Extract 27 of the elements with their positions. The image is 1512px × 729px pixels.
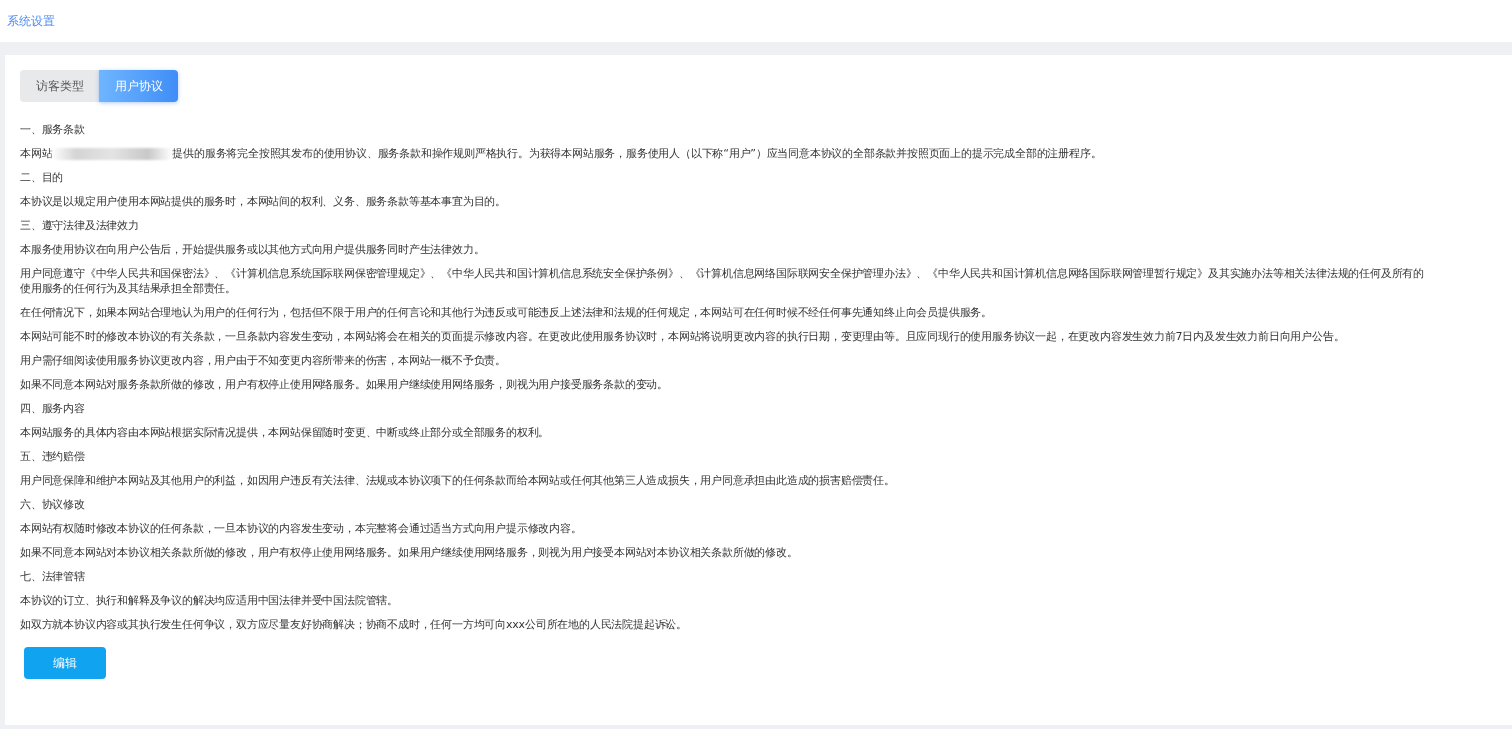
paragraph-text: 本网站 bbox=[20, 146, 53, 161]
paragraph-text: 本网站有权随时修改本协议的任何条款，一旦本协议的内容发生变动，本完整将会通过适当方式向用户提示修改内容。 bbox=[20, 521, 583, 536]
paragraph-text: 本网站服务的具体内容由本网站根据实际情况提供，本网站保留随时变更、中断或终止部分或全部服务的权利。 bbox=[20, 425, 551, 440]
paragraph-text: 本协议是以规定用户使用本网站提供的服务时，本网站间的权利、义务、服务条款等基本事宜为目的。 bbox=[20, 194, 507, 209]
section-heading: 一、服务条款 bbox=[20, 122, 86, 137]
paragraph-text: 如双方就本协议内容或其执行发生任何争议，双方应尽量友好协商解决；协商不成时，任何一方均可向xxx公司所在地的人民法院提起诉讼。 bbox=[20, 617, 688, 632]
edit-button[interactable]: 编辑 bbox=[24, 647, 106, 679]
paragraph-text: 如果不同意本网站对本协议相关条款所做的修改，用户有权停止使用网络服务。如果用户继续使用网络服务，则视为用户接受本网站对本协议相关条款所做的修改。 bbox=[20, 545, 799, 560]
tab[interactable]: 用户协议 bbox=[99, 70, 178, 102]
section-heading: 五、违约赔偿 bbox=[20, 449, 86, 464]
paragraph-text: 使用服务的任何行为及其结果承担全部责任。 bbox=[20, 281, 237, 296]
paragraph-text: 用户需仔细阅读使用服务协议更改内容，用户由于不知变更内容所带来的伤害，本网站一概不予负责。 bbox=[20, 353, 507, 368]
section-heading: 七、法律管辖 bbox=[20, 569, 86, 584]
paragraph-text: 本服务使用协议在向用户公告后，开始提供服务或以其他方式向用户提供服务同时产生法律效力。 bbox=[20, 242, 486, 257]
paragraph-text: 本网站可能不时的修改本协议的有关条款，一旦条款内容发生变动，本网站将会在相关的页面提示修改内容。在更改此使用服务协议时，本网站将说明更改内容的执行日期，变更理由等。且应同现行的使用服务协议一起，在更改内容发生效力前7日内及发生效力前日向用户公告。 bbox=[20, 329, 1346, 344]
page-title: 系统设置 bbox=[7, 12, 55, 30]
paragraph-text: 本协议的订立、执行和解释及争议的解决均应适用中国法律并受中国法院管辖。 bbox=[20, 593, 399, 608]
section-heading: 二、目的 bbox=[20, 170, 65, 185]
paragraph-text: 提供的服务将完全按照其发布的使用协议、服务条款和操作规则严格执行。为获得本网站服务，服务使用人（以下称“用户”）应当同意本协议的全部条款并按照页面上的提示完成全部的注册程序。 bbox=[172, 146, 1102, 161]
tab[interactable]: 访客类型 bbox=[20, 70, 99, 102]
paragraph-text: 在任何情况下，如果本网站合理地认为用户的任何行为，包括但不限于用户的任何言论和其他行为违反或可能违反上述法律和法规的任何规定，本网站可在任何时候不经任何事先通知终止向会员提供服务。 bbox=[20, 305, 993, 320]
section-heading: 三、遵守法律及法律效力 bbox=[20, 218, 140, 233]
section-heading: 六、协议修改 bbox=[20, 497, 86, 512]
paragraph-text: 用户同意遵守《中华人民共和国保密法》、《计算机信息系统国际联网保密管理规定》、《中华人民共和国计算机信息系统安全保护条例》、《计算机信息网络国际联网安全保护管理办法》、《中华人民共和国计算机信息网络国际联网管理暂行规定》及其实施办法等相关法律法规的任何及所有的 bbox=[20, 266, 1425, 281]
section-heading: 四、服务内容 bbox=[20, 401, 86, 416]
paragraph-text: 用户同意保障和维护本网站及其他用户的利益，如因用户违反有关法律、法规或本协议项下的任何条款而给本网站或任何其他第三人造成损失，用户同意承担由此造成的损害赔偿责任。 bbox=[20, 473, 896, 488]
paragraph-text: 如果不同意本网站对服务条款所做的修改，用户有权停止使用网络服务。如果用户继续使用网络服务，则视为用户接受服务条款的变动。 bbox=[20, 377, 669, 392]
